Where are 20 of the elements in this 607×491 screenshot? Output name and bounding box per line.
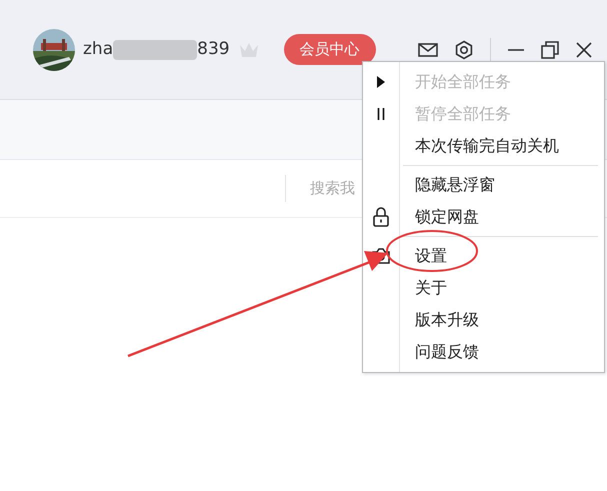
mail-icon[interactable]: [418, 42, 438, 58]
menu-item[interactable]: 本次传输完自动关机: [399, 134, 559, 158]
menu-item[interactable]: 关于: [399, 276, 447, 300]
menu-item[interactable]: 问题反馈: [399, 340, 479, 364]
restore-icon[interactable]: [541, 40, 559, 58]
menu-item[interactable]: 隐藏悬浮窗: [399, 173, 495, 197]
play-icon: [376, 76, 386, 88]
menu-item[interactable]: 版本升级: [399, 308, 479, 332]
avatar[interactable]: [33, 28, 75, 70]
settings-icon[interactable]: [454, 40, 474, 60]
menu-item[interactable]: 锁定网盘: [399, 205, 479, 229]
close-icon[interactable]: [575, 40, 593, 58]
vip-center-button[interactable]: 会员中心: [284, 34, 376, 65]
menu-item[interactable]: 设置: [399, 244, 447, 268]
pause-icon: [377, 108, 385, 120]
camera-icon: [372, 248, 390, 264]
search-field[interactable]: 搜索我: [285, 175, 360, 202]
username: 839: [197, 38, 230, 61]
lock-icon: [373, 207, 389, 227]
username: zha: [83, 38, 114, 61]
